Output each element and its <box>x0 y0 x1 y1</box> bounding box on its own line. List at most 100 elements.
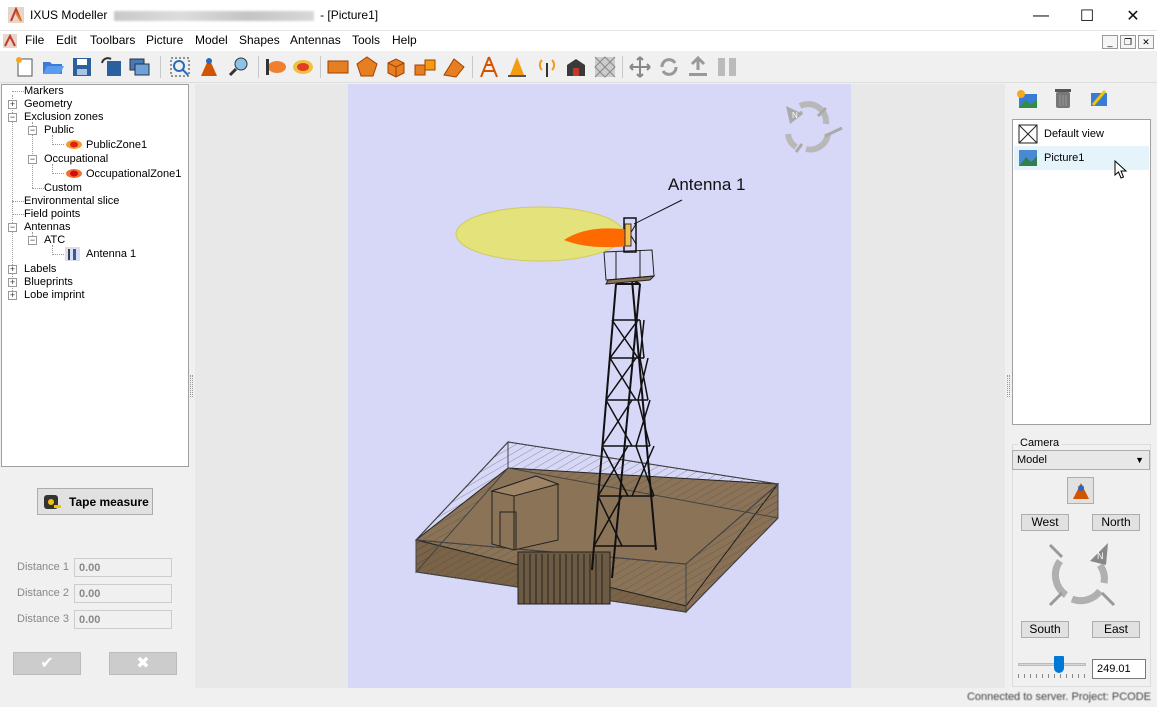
tree-expand-labels[interactable]: + <box>8 265 17 274</box>
move-icon[interactable] <box>628 55 652 79</box>
tree-item-custom[interactable]: Custom <box>44 182 82 194</box>
tree-item-labels[interactable]: Labels <box>24 263 56 275</box>
tree-collapse-atc[interactable]: − <box>28 236 37 245</box>
new-view-icon[interactable] <box>1015 88 1039 110</box>
menu-shapes[interactable]: Shapes <box>239 33 280 47</box>
3d-canvas[interactable]: N Antenna 1 <box>348 84 851 688</box>
accept-button[interactable]: ✔ <box>13 652 81 675</box>
tree-item-public-zone[interactable]: PublicZone1 <box>86 139 147 151</box>
menu-model[interactable]: Model <box>195 33 228 47</box>
split-icon[interactable] <box>715 55 739 79</box>
antenna-label[interactable]: Antenna 1 <box>668 175 746 194</box>
box-icon[interactable] <box>384 55 408 79</box>
building-icon[interactable] <box>564 55 588 79</box>
exclusion-zone-icon <box>66 140 82 149</box>
undo-save-icon[interactable] <box>99 55 123 79</box>
maximize-button[interactable]: ☐ <box>1064 0 1110 31</box>
zoom-select-icon[interactable] <box>168 55 192 79</box>
distance3-label: Distance 3 <box>17 613 69 625</box>
antenna-panel[interactable] <box>624 223 632 247</box>
menu-antennas[interactable]: Antennas <box>290 33 341 47</box>
roof-icon[interactable] <box>442 55 466 79</box>
beam-icon[interactable] <box>263 55 287 79</box>
cone-icon[interactable] <box>505 55 529 79</box>
window-title: IXUS Modeller - [Picture1] <box>30 8 378 22</box>
tree-expand-blueprints[interactable]: + <box>8 278 17 287</box>
right-splitter-grip[interactable] <box>1007 375 1010 397</box>
tree-collapse-exclusion-zones[interactable]: − <box>8 113 17 122</box>
view-item-picture1[interactable]: Picture1 <box>1014 146 1149 170</box>
tree-expand-geometry[interactable]: + <box>8 100 17 109</box>
tower-railing <box>603 249 655 281</box>
mdi-doc-icon[interactable] <box>3 34 17 48</box>
tree-item-antennas[interactable]: Antennas <box>24 221 70 233</box>
tree-item-occupational-zone[interactable]: OccupationalZone1 <box>86 168 181 180</box>
model-tree[interactable]: Markers + Geometry − Exclusion zones − P… <box>1 84 189 467</box>
left-splitter-grip[interactable] <box>190 375 193 397</box>
menu-toolbars[interactable]: Toolbars <box>90 33 135 47</box>
mdi-close-button[interactable]: ✕ <box>1138 35 1154 49</box>
view-item-default[interactable]: Default view <box>1014 122 1149 146</box>
minimize-button[interactable]: — <box>1018 0 1064 31</box>
save-icon[interactable] <box>70 55 94 79</box>
signal-icon[interactable] <box>535 55 559 79</box>
views-list[interactable]: Default view Picture1 <box>1012 119 1151 425</box>
tree-collapse-antennas[interactable]: − <box>8 223 17 232</box>
tree-item-occupational[interactable]: Occupational <box>44 153 108 165</box>
menu-edit[interactable]: Edit <box>56 33 77 47</box>
tree-collapse-public[interactable]: − <box>28 126 37 135</box>
camera-compass-icon[interactable]: N <box>1046 541 1118 611</box>
mdi-restore-button[interactable]: ❐ <box>1120 35 1136 49</box>
zoom-slider-track[interactable] <box>1018 663 1086 666</box>
close-button[interactable]: ✕ <box>1110 0 1156 31</box>
camera-mode-select[interactable]: Model ▼ <box>1012 450 1150 470</box>
open-folder-icon[interactable] <box>41 55 65 79</box>
exclusion-icon[interactable] <box>291 55 315 79</box>
menu-help[interactable]: Help <box>392 33 417 47</box>
camera-top-button[interactable] <box>1067 477 1094 504</box>
tree-item-geometry[interactable]: Geometry <box>24 98 72 110</box>
camera-south-button[interactable]: South <box>1021 621 1069 638</box>
tree-item-public[interactable]: Public <box>44 124 74 136</box>
camera-east-button[interactable]: East <box>1092 621 1140 638</box>
tree-item-exclusion-zones[interactable]: Exclusion zones <box>24 111 104 123</box>
rotate-icon[interactable] <box>657 55 681 79</box>
new-doc-icon[interactable] <box>13 55 37 79</box>
view-zoom-icon[interactable] <box>227 55 251 79</box>
scene-svg[interactable]: N Antenna 1 <box>348 84 851 688</box>
tree-item-antenna1[interactable]: Antenna 1 <box>86 248 136 260</box>
tree-item-blueprints[interactable]: Blueprints <box>24 276 73 288</box>
mdi-minimize-button[interactable]: _ <box>1102 35 1118 49</box>
menu-file[interactable]: File <box>25 33 44 47</box>
zoom-slider-thumb[interactable] <box>1053 656 1064 673</box>
tree-item-field-points[interactable]: Field points <box>24 208 80 220</box>
tree-item-environmental-slice[interactable]: Environmental slice <box>24 195 119 207</box>
pentagon-icon[interactable] <box>355 55 379 79</box>
tape-measure-button[interactable]: Tape measure <box>37 488 153 515</box>
tree-expand-lobe-imprint[interactable]: + <box>8 291 17 300</box>
tower-icon[interactable] <box>477 55 501 79</box>
delete-view-icon[interactable] <box>1053 86 1073 110</box>
picture-view-icon <box>1019 150 1037 166</box>
tree-item-markers[interactable]: Markers <box>24 85 64 97</box>
tape-measure-label: Tape measure <box>69 495 149 509</box>
tree-item-atc[interactable]: ATC <box>44 234 65 246</box>
menu-tools[interactable]: Tools <box>352 33 380 47</box>
windows-icon[interactable] <box>128 55 152 79</box>
tree-item-lobe-imprint[interactable]: Lobe imprint <box>24 289 85 301</box>
menu-bar: File Edit Toolbars Picture Model Shapes … <box>0 31 1157 51</box>
edit-view-icon[interactable] <box>1088 87 1110 109</box>
camera-north-button[interactable]: North <box>1092 514 1140 531</box>
camera-west-button[interactable]: West <box>1021 514 1069 531</box>
menu-picture[interactable]: Picture <box>146 33 183 47</box>
zoom-value-field[interactable]: 249.01 <box>1092 659 1146 679</box>
upload-icon[interactable] <box>686 55 710 79</box>
grid-icon[interactable] <box>593 55 617 79</box>
antenna-place-icon[interactable] <box>197 55 221 79</box>
cancel-measure-button[interactable]: ✖ <box>109 652 177 675</box>
rectangle-icon[interactable] <box>326 55 350 79</box>
tree-collapse-occupational[interactable]: − <box>28 155 37 164</box>
tree-line <box>52 254 64 255</box>
canvas-compass-icon[interactable]: N <box>785 101 843 153</box>
multi-box-icon[interactable] <box>413 55 437 79</box>
